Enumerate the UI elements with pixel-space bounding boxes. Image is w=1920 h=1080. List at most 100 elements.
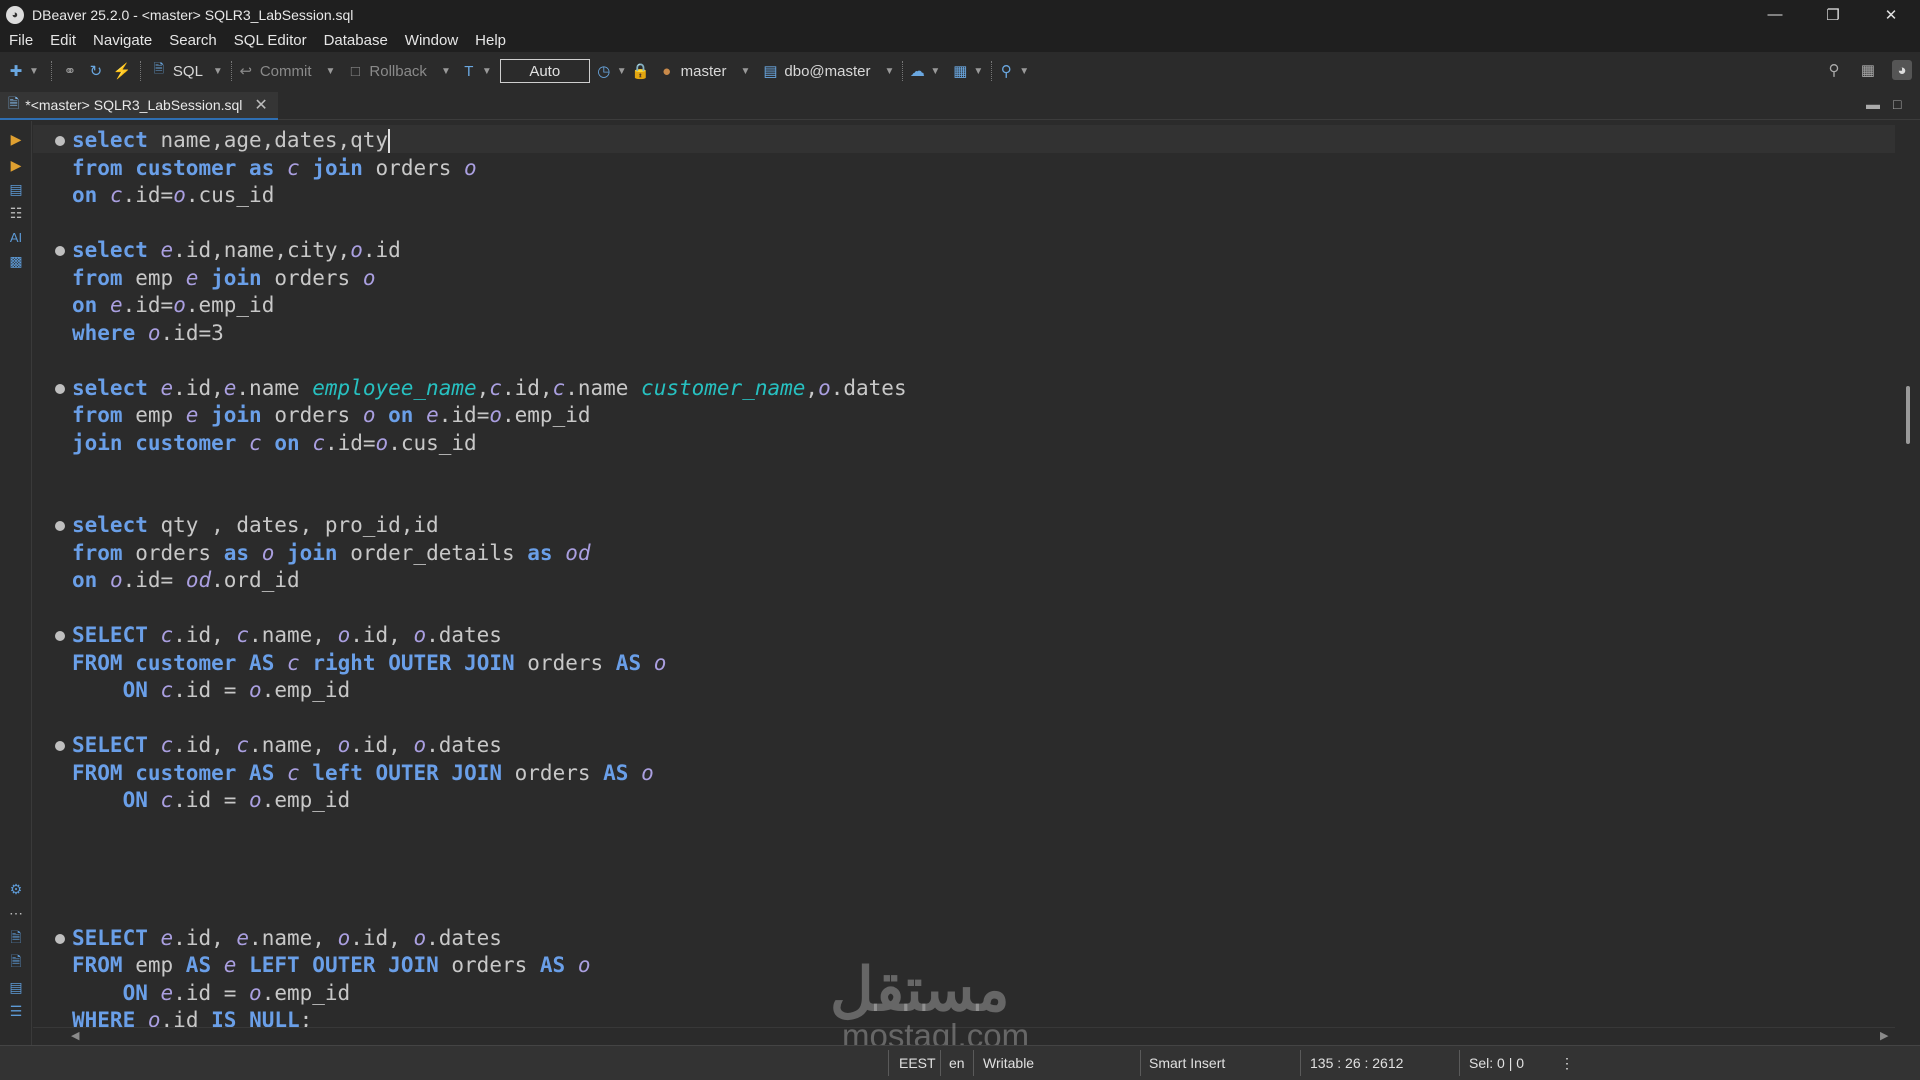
code-line[interactable]: on o.id= od.ord_id (33, 567, 907, 595)
code-line[interactable]: on e.id=o.emp_id (33, 292, 907, 320)
menu-file[interactable]: File (9, 32, 33, 49)
rollback-icon[interactable]: □ (345, 61, 365, 81)
menu-help[interactable]: Help (475, 32, 506, 49)
code-line[interactable] (33, 595, 907, 623)
scroll-left-icon[interactable]: ◀ (71, 1029, 79, 1042)
code-line[interactable] (33, 897, 907, 925)
explain-plan-icon[interactable]: ☷ (6, 203, 26, 223)
active-schema-selector[interactable]: dbo@master (784, 63, 870, 80)
commit-dropdown-icon[interactable]: ▼ (326, 66, 336, 77)
execute-in-new-tab-icon[interactable]: ▶ (6, 155, 26, 175)
tab-sql-lab-session[interactable]: 🗎 *<master> SQLR3_LabSession.sql ✕ (0, 92, 278, 120)
status-cursor-position[interactable]: 135 : 26 : 2612 (1310, 1055, 1403, 1071)
code-line[interactable]: from orders as o join order_details as o… (33, 540, 907, 568)
code-line[interactable] (33, 210, 907, 238)
export-icon[interactable]: 🗎 (6, 929, 26, 949)
menu-edit[interactable]: Edit (50, 32, 76, 49)
perspective-icon[interactable]: ▦ (1858, 60, 1878, 80)
load-file-icon[interactable]: 🗎 (6, 953, 26, 973)
more-icon[interactable]: ⋯ (6, 903, 26, 923)
menu-sql-editor[interactable]: SQL Editor (234, 32, 307, 49)
code-line[interactable]: FROM customer AS c left OUTER JOIN order… (33, 760, 907, 788)
settings-icon[interactable]: ⚙ (6, 879, 26, 899)
code-area[interactable]: select name,age,dates,qty from customer a… (33, 127, 907, 1027)
sql-dropdown-icon[interactable]: ▼ (213, 66, 223, 77)
code-line[interactable]: select qty , dates, pro_id,id (33, 512, 907, 540)
status-menu-icon[interactable]: ⋮ (1560, 1055, 1574, 1072)
connect-icon[interactable]: ⚭ (60, 61, 80, 81)
code-line[interactable]: FROM customer AS c right OUTER JOIN orde… (33, 650, 907, 678)
find-icon[interactable]: ⚲ (996, 61, 1016, 81)
find-dropdown-icon[interactable]: ▼ (1019, 66, 1029, 77)
restore-icon[interactable]: ❐ (1804, 0, 1862, 29)
maximize-pane-icon[interactable]: □ (1893, 96, 1901, 112)
active-datasource-selector[interactable]: master (681, 63, 727, 80)
commit-icon[interactable]: ↩ (236, 61, 256, 81)
new-connection-dropdown-icon[interactable]: ▼ (29, 66, 39, 77)
transaction-mode-dropdown-icon[interactable]: ▼ (482, 66, 492, 77)
code-line[interactable]: select name,age,dates,qty (33, 127, 907, 155)
ai-assistant-icon[interactable]: AI (6, 227, 26, 247)
status-insert-mode[interactable]: Smart Insert (1149, 1055, 1225, 1071)
code-line[interactable]: ON c.id = o.emp_id (33, 677, 907, 705)
code-line[interactable]: where o.id=3 (33, 320, 907, 348)
datasource-dropdown-icon[interactable]: ▼ (741, 66, 751, 77)
code-line[interactable]: SELECT c.id, c.name, o.id, o.dates (33, 622, 907, 650)
history-dropdown-icon[interactable]: ▼ (617, 66, 627, 77)
code-line[interactable]: select e.id,name,city,o.id (33, 237, 907, 265)
lock-icon[interactable]: 🔒 (631, 61, 651, 81)
scroll-right-icon[interactable]: ▶ (1880, 1029, 1888, 1042)
er-diagram-dropdown-icon[interactable]: ▼ (973, 66, 983, 77)
code-line[interactable]: on c.id=o.cus_id (33, 182, 907, 210)
code-line[interactable]: SELECT e.id, e.name, o.id, o.dates (33, 925, 907, 953)
code-line[interactable]: from customer as c join orders o (33, 155, 907, 183)
rollback-button[interactable]: Rollback (369, 63, 427, 80)
sql-editor-icon[interactable]: 🗎 (149, 61, 169, 81)
dashboard-icon[interactable]: ☁ (907, 61, 927, 81)
schema-dropdown-icon[interactable]: ▼ (885, 66, 895, 77)
outline-icon[interactable]: ☰ (6, 1001, 26, 1021)
minimize-icon[interactable]: — (1746, 0, 1804, 29)
save-file-icon[interactable]: ▤ (6, 977, 26, 997)
sql-button[interactable]: SQL (173, 63, 203, 80)
new-connection-icon[interactable]: ✚ (6, 61, 26, 81)
datasource-icon[interactable]: ● (657, 61, 677, 81)
transaction-mode-icon[interactable]: T (459, 61, 479, 81)
disconnect-icon[interactable]: ⚡ (112, 61, 132, 81)
rollback-dropdown-icon[interactable]: ▼ (441, 66, 451, 77)
menu-search[interactable]: Search (169, 32, 217, 49)
code-line[interactable]: join customer c on c.id=o.cus_id (33, 430, 907, 458)
history-icon[interactable]: ◷ (594, 61, 614, 81)
code-line[interactable]: SELECT c.id, c.name, o.id, o.dates (33, 732, 907, 760)
search-icon[interactable]: ⚲ (1824, 60, 1844, 80)
dashboard-dropdown-icon[interactable]: ▼ (930, 66, 940, 77)
reconnect-icon[interactable]: ↻ (86, 61, 106, 81)
code-line[interactable]: select e.id,e.name employee_name,c.id,c.… (33, 375, 907, 403)
vertical-scroll-thumb[interactable] (1906, 386, 1910, 444)
close-tab-icon[interactable]: ✕ (254, 95, 267, 115)
commit-button[interactable]: Commit (260, 63, 312, 80)
code-line[interactable]: ON e.id = o.emp_id (33, 980, 907, 1008)
terminal-icon[interactable]: ▩ (6, 251, 26, 271)
code-line[interactable] (33, 815, 907, 843)
schema-icon[interactable]: ▤ (760, 61, 780, 81)
sql-editor[interactable]: select name,age,dates,qty from customer a… (33, 121, 1895, 1027)
execute-statement-icon[interactable]: ▶ (6, 129, 26, 149)
code-line[interactable]: WHERE o.id IS NULL; (33, 1007, 907, 1027)
code-line[interactable] (33, 705, 907, 733)
code-line[interactable] (33, 457, 907, 485)
execute-script-icon[interactable]: ▤ (6, 179, 26, 199)
code-line[interactable] (33, 347, 907, 375)
minimize-pane-icon[interactable]: ▬ (1866, 96, 1880, 112)
code-line[interactable]: from emp e join orders o on e.id=o.emp_i… (33, 402, 907, 430)
vertical-scrollbar[interactable] (1895, 121, 1920, 1027)
code-line[interactable]: FROM emp AS e LEFT OUTER JOIN orders AS … (33, 952, 907, 980)
code-line[interactable]: from emp e join orders o (33, 265, 907, 293)
code-line[interactable] (33, 842, 907, 870)
code-line[interactable] (33, 485, 907, 513)
commit-mode-select[interactable]: Auto (499, 59, 590, 83)
menu-database[interactable]: Database (324, 32, 388, 49)
er-diagram-icon[interactable]: ▦ (950, 61, 970, 81)
close-icon[interactable]: ✕ (1862, 0, 1920, 29)
menu-window[interactable]: Window (405, 32, 458, 49)
